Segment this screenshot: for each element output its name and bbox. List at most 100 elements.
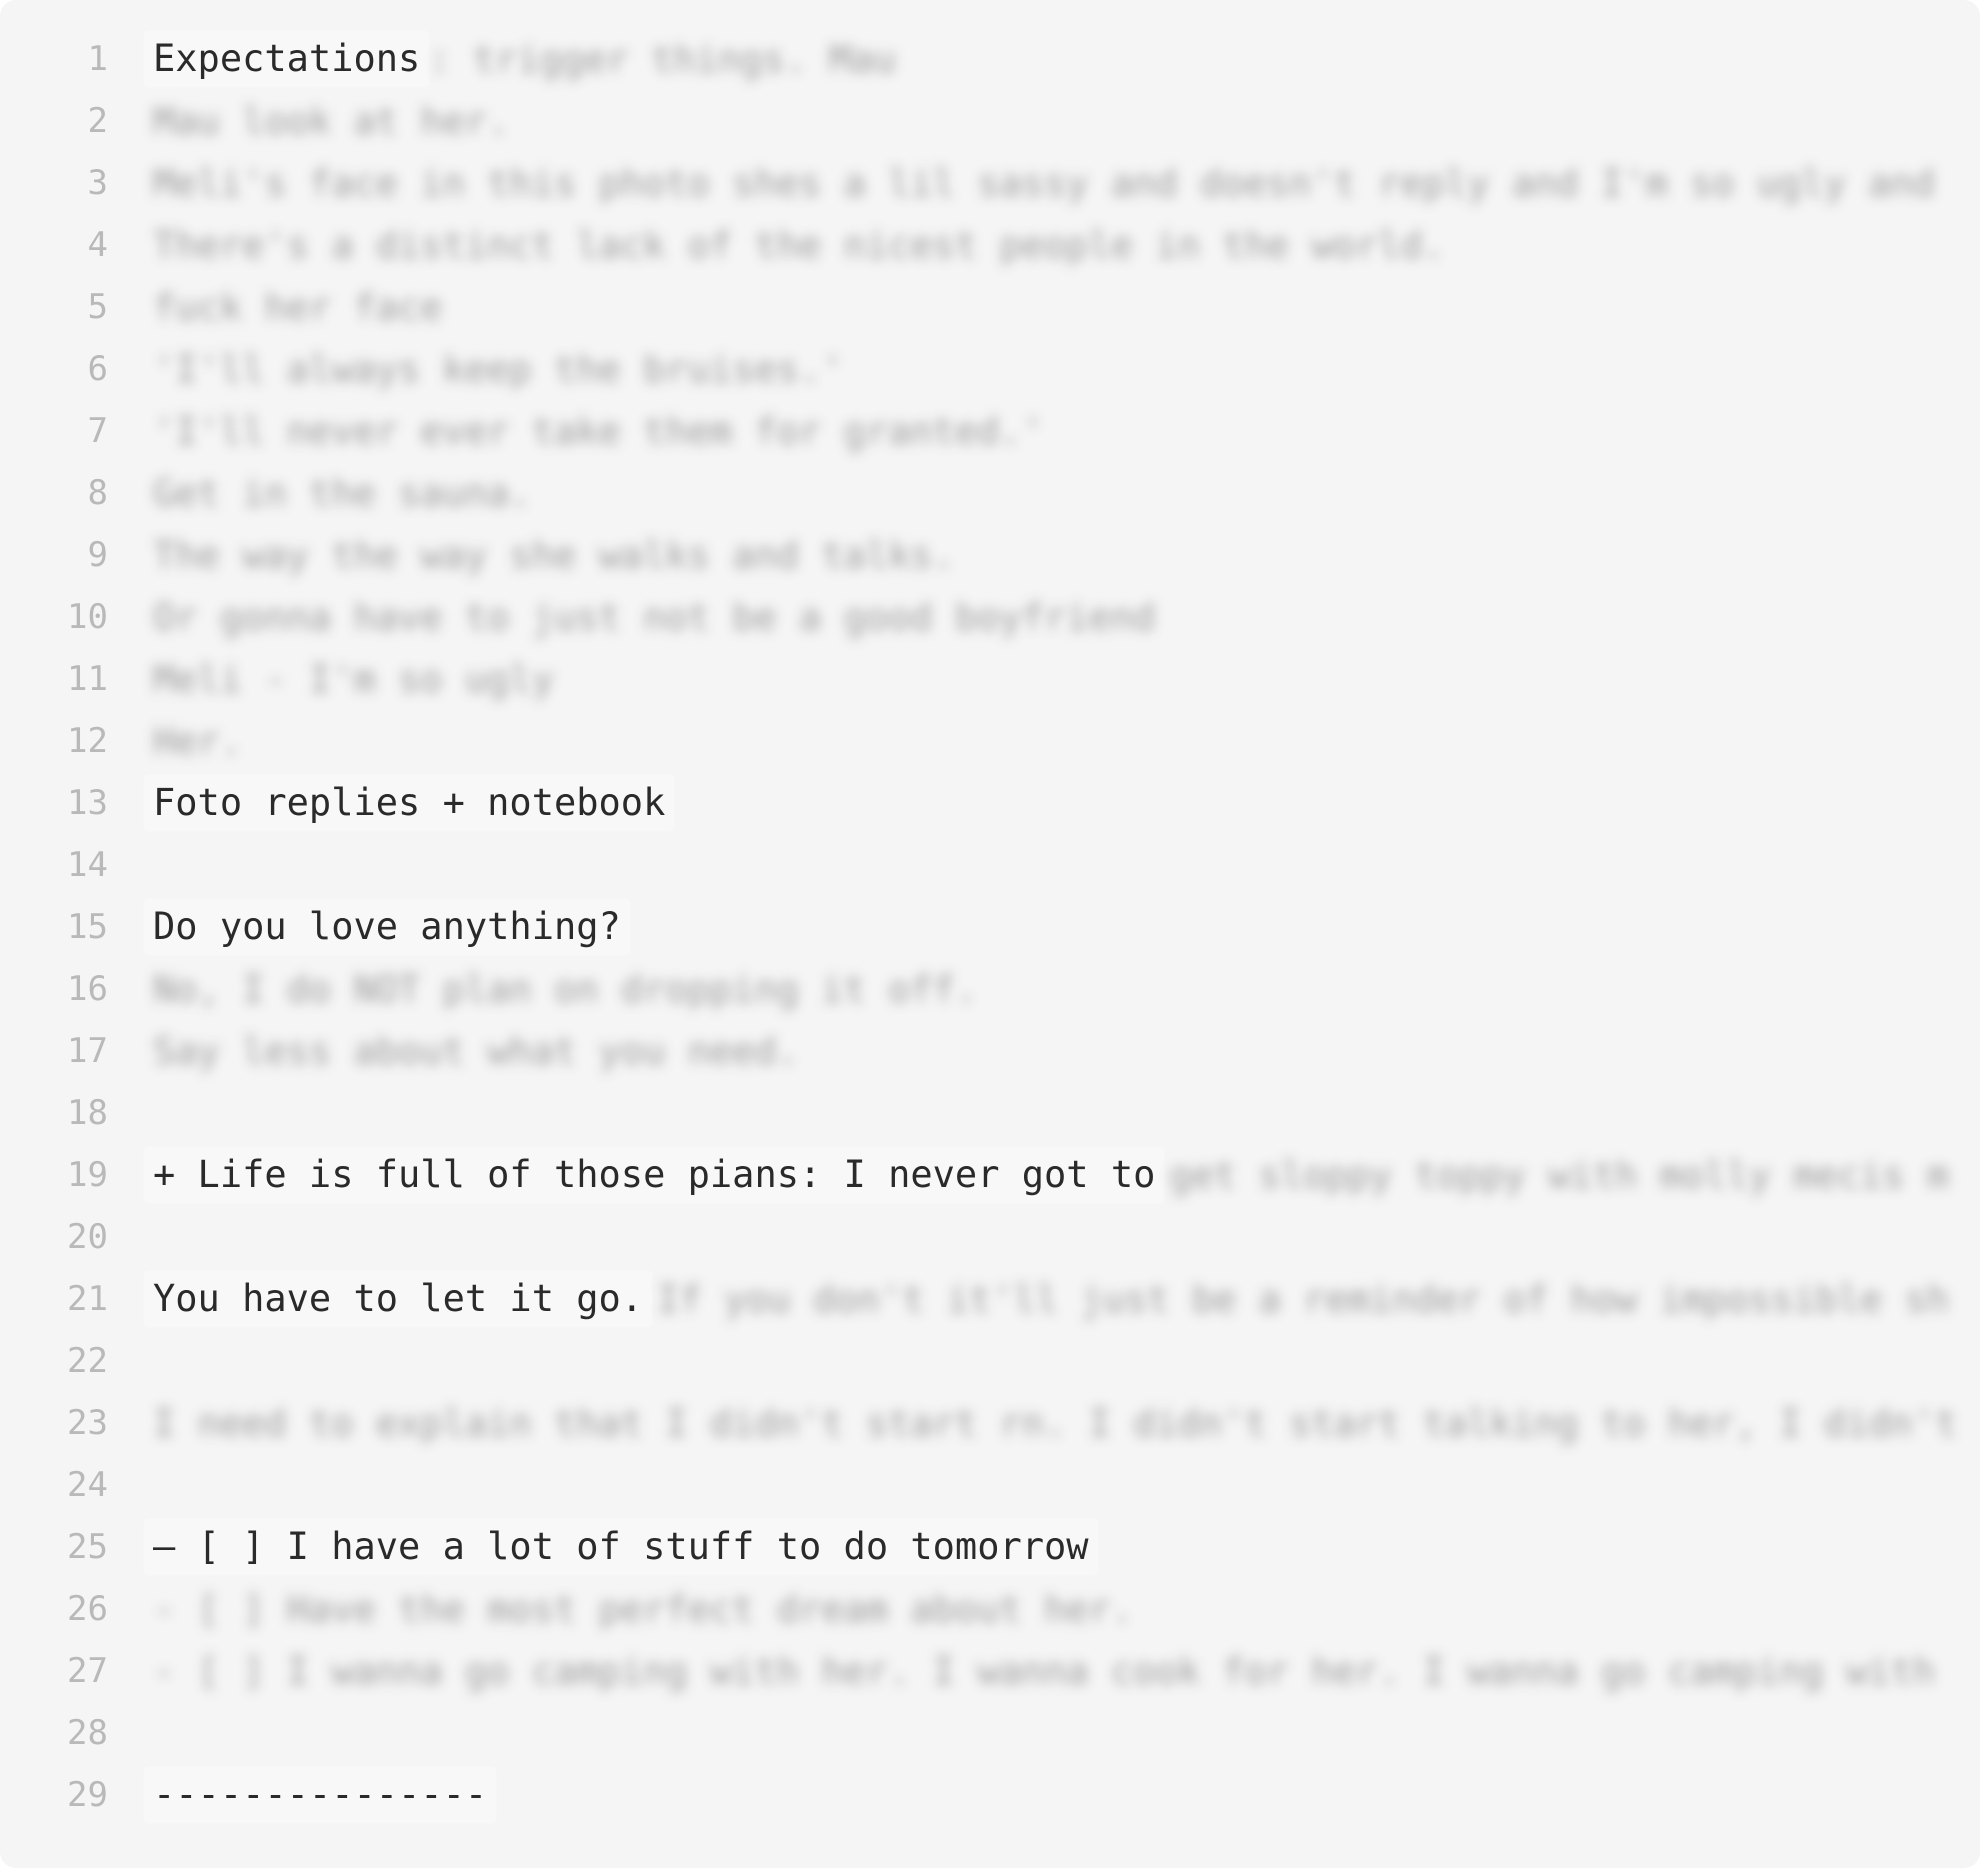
blurred-text: Or gonna have to just not be a good boyf… xyxy=(153,595,1156,639)
line-content[interactable]: Mau look at her. xyxy=(153,90,509,152)
line-number: 22 xyxy=(67,1341,108,1381)
editor-line[interactable]: 25 – [ ] I have a lot of stuff to do tom… xyxy=(0,1516,1980,1578)
editor-line[interactable]: 6 'I'll always keep the bruises.' xyxy=(0,338,1980,400)
line-content[interactable]: --------------- xyxy=(145,1764,496,1826)
editor-line[interactable]: 8 Get in the sauna. xyxy=(0,462,1980,524)
line-number: 25 xyxy=(67,1527,108,1567)
blurred-text: - [ ] Have the most perfect dream about … xyxy=(153,1587,1134,1631)
editor-line[interactable]: 23 I need to explain that I didn't start… xyxy=(0,1392,1980,1454)
editor-line[interactable]: 2 Mau look at her. xyxy=(0,90,1980,152)
blurred-text: If you don't it'll just be a reminder of… xyxy=(657,1277,1950,1321)
editor-line[interactable]: 19 + Life is full of those pians: I neve… xyxy=(0,1144,1980,1206)
line-number: 2 xyxy=(87,101,108,141)
editor-line[interactable]: 14 xyxy=(0,834,1980,896)
line-content[interactable]: - [ ] Have the most perfect dream about … xyxy=(153,1578,1133,1640)
blurred-text: Meli - I'm so ugly xyxy=(153,657,554,701)
line-number: 4 xyxy=(87,225,108,265)
blurred-text: There's a distinct lack of the nicest pe… xyxy=(153,223,1446,267)
line-number: 5 xyxy=(87,287,108,327)
line-content[interactable]: Or gonna have to just not be a good boyf… xyxy=(153,586,1155,648)
editor-line[interactable]: 13 Foto replies + notebook xyxy=(0,772,1980,834)
line-content[interactable]: + Life is full of those pians: I never g… xyxy=(145,1144,1949,1206)
line-content[interactable]: Meli - I'm so ugly xyxy=(153,648,554,710)
editor-line[interactable]: 12 Her. xyxy=(0,710,1980,772)
editor-line[interactable]: 9 The way the way she walks and talks. xyxy=(0,524,1980,586)
editor-line[interactable]: 17 Say less about what you need. xyxy=(0,1020,1980,1082)
line-text: – [ ] I have a lot of stuff to do tomorr… xyxy=(145,1520,1097,1574)
line-number: 20 xyxy=(67,1217,108,1257)
line-number: 16 xyxy=(67,969,108,1009)
line-number: 9 xyxy=(87,535,108,575)
line-number: 7 xyxy=(87,411,108,451)
blurred-text: Her. xyxy=(153,719,243,763)
editor-line[interactable]: 1 Expectations : trigger things. Mau xyxy=(0,28,1980,90)
editor-line[interactable]: 7 'I'll never ever take them for granted… xyxy=(0,400,1980,462)
editor-line[interactable]: 11 Meli - I'm so ugly xyxy=(0,648,1980,710)
line-text: --------------- xyxy=(145,1768,496,1822)
blurred-text: Say less about what you need. xyxy=(153,1029,800,1073)
line-number: 8 xyxy=(87,473,108,513)
line-content[interactable]: 'I'll never ever take them for granted.' xyxy=(153,400,1044,462)
line-number: 21 xyxy=(67,1279,108,1319)
line-text: Foto replies + notebook xyxy=(145,776,674,830)
line-number: 13 xyxy=(67,783,108,823)
editor-line[interactable]: 15 Do you love anything? xyxy=(0,896,1980,958)
line-content[interactable]: Say less about what you need. xyxy=(153,1020,799,1082)
text-editor[interactable]: 1 Expectations : trigger things. Mau 2 M… xyxy=(0,0,1980,1868)
editor-line[interactable]: 4 There's a distinct lack of the nicest … xyxy=(0,214,1980,276)
blurred-text: Mau look at her. xyxy=(153,99,510,143)
line-content[interactable]: The way the way she walks and talks. xyxy=(153,524,955,586)
line-number: 19 xyxy=(67,1155,108,1195)
line-number: 24 xyxy=(67,1465,108,1505)
blurred-text: - [ ] I wanna go camping with her. I wan… xyxy=(153,1649,1936,1693)
line-content[interactable]: There's a distinct lack of the nicest pe… xyxy=(153,214,1445,276)
editor-line[interactable]: 3 Meli's face in this photo shes a lil s… xyxy=(0,152,1980,214)
line-number: 28 xyxy=(67,1713,108,1753)
blurred-text: : trigger things. Mau xyxy=(428,37,897,81)
editor-line[interactable]: 10 Or gonna have to just not be a good b… xyxy=(0,586,1980,648)
line-text: + Life is full of those pians: I never g… xyxy=(145,1148,1164,1202)
line-content[interactable]: Meli's face in this photo shes a lil sas… xyxy=(153,152,1935,214)
line-content[interactable]: Expectations : trigger things. Mau xyxy=(145,28,897,90)
line-content[interactable]: Do you love anything? xyxy=(145,896,629,958)
line-content[interactable]: fuck her face xyxy=(153,276,443,338)
blurred-text: fuck her face xyxy=(153,285,443,329)
line-number: 18 xyxy=(67,1093,108,1133)
editor-line[interactable]: 24 xyxy=(0,1454,1980,1516)
line-number: 12 xyxy=(67,721,108,761)
blurred-text: Meli's face in this photo shes a lil sas… xyxy=(153,161,1936,205)
blurred-text: The way the way she walks and talks. xyxy=(153,533,955,577)
editor-line[interactable]: 16 No, I do NOT plan on dropping it off. xyxy=(0,958,1980,1020)
line-content[interactable]: Foto replies + notebook xyxy=(145,772,674,834)
editor-line[interactable]: 29 --------------- xyxy=(0,1764,1980,1826)
blurred-text: 'I'll always keep the bruises.' xyxy=(153,347,844,391)
line-content[interactable]: Get in the sauna. xyxy=(153,462,532,524)
line-content[interactable]: – [ ] I have a lot of stuff to do tomorr… xyxy=(145,1516,1097,1578)
editor-line[interactable]: 28 xyxy=(0,1702,1980,1764)
blurred-text: Get in the sauna. xyxy=(153,471,532,515)
line-content[interactable]: - [ ] I wanna go camping with her. I wan… xyxy=(153,1640,1935,1702)
line-number: 17 xyxy=(67,1031,108,1071)
editor-line[interactable]: 22 xyxy=(0,1330,1980,1392)
editor-line[interactable]: 26 - [ ] Have the most perfect dream abo… xyxy=(0,1578,1980,1640)
line-text: Expectations xyxy=(145,32,429,86)
line-number: 14 xyxy=(67,845,108,885)
line-number: 1 xyxy=(87,39,108,79)
editor-line[interactable]: 5 fuck her face xyxy=(0,276,1980,338)
line-content[interactable]: 'I'll always keep the bruises.' xyxy=(153,338,844,400)
line-content[interactable]: I need to explain that I didn't start rn… xyxy=(153,1392,1957,1454)
editor-line[interactable]: 27 - [ ] I wanna go camping with her. I … xyxy=(0,1640,1980,1702)
editor-line[interactable]: 18 xyxy=(0,1082,1980,1144)
editor-line[interactable]: 20 xyxy=(0,1206,1980,1268)
line-number: 26 xyxy=(67,1589,108,1629)
line-content[interactable]: No, I do NOT plan on dropping it off. xyxy=(153,958,977,1020)
line-content[interactable]: Her. xyxy=(153,710,242,772)
blurred-text: I need to explain that I didn't start rn… xyxy=(153,1401,1958,1445)
line-number: 3 xyxy=(87,163,108,203)
editor-line[interactable]: 21 You have to let it go. If you don't i… xyxy=(0,1268,1980,1330)
line-number: 29 xyxy=(67,1775,108,1815)
blurred-text: 'I'll never ever take them for granted.' xyxy=(153,409,1045,453)
line-number: 23 xyxy=(67,1403,108,1443)
line-number: 15 xyxy=(67,907,108,947)
line-content[interactable]: You have to let it go. If you don't it'l… xyxy=(145,1268,1950,1330)
